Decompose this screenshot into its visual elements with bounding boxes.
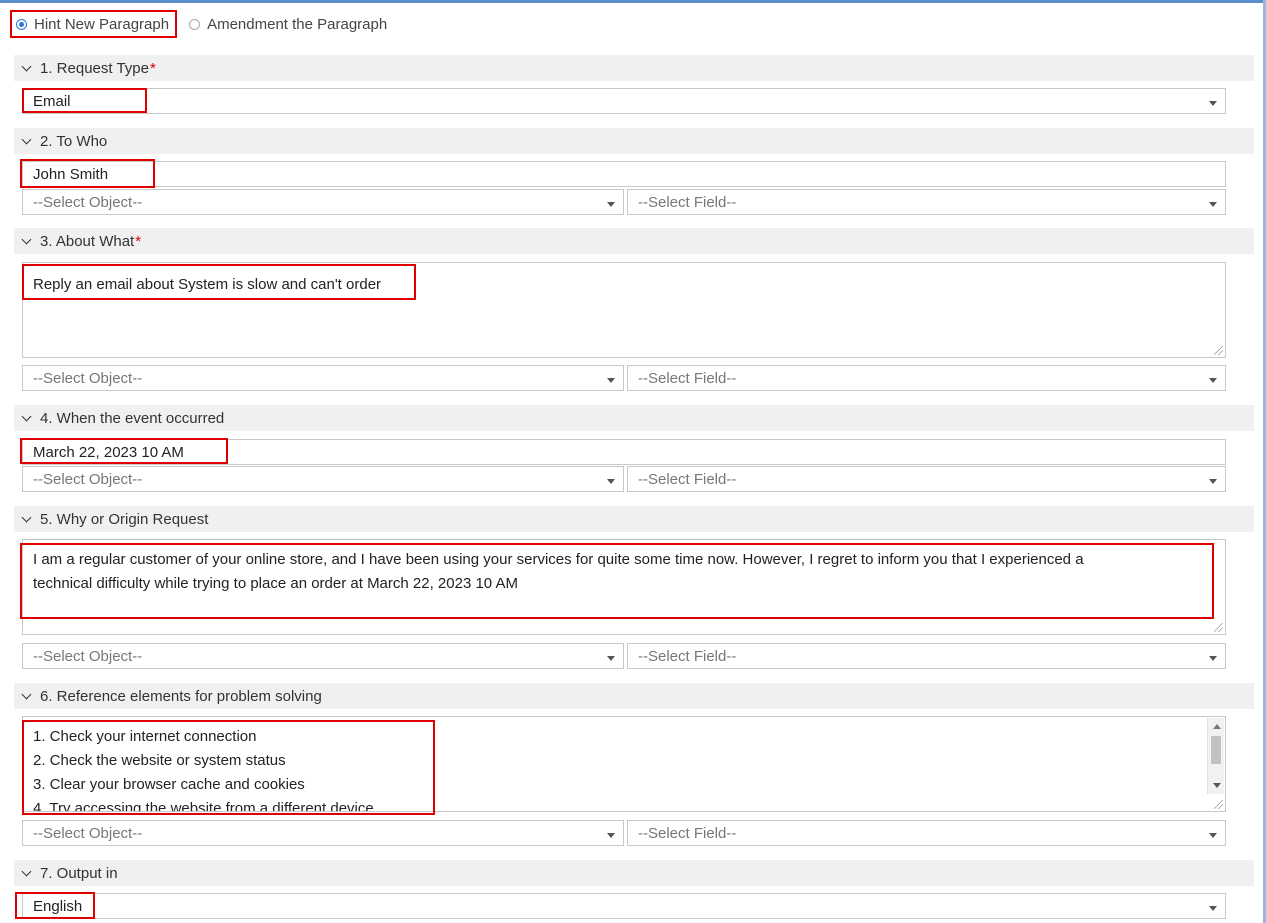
- caret-down-icon: [1209, 101, 1217, 106]
- select-object-placeholder: --Select Object--: [33, 824, 143, 842]
- chevron-down-icon: [20, 512, 34, 526]
- section-title: 1. Request Type: [40, 59, 149, 77]
- select-object-placeholder: --Select Object--: [33, 193, 143, 211]
- reference-line: 4. Try accessing the website from a diff…: [33, 800, 374, 812]
- output-language-select[interactable]: English: [22, 893, 1226, 919]
- section-to-who-header[interactable]: 2. To Who: [14, 128, 1254, 154]
- request-type-value: Email: [33, 92, 71, 110]
- caret-down-icon: [1209, 833, 1217, 838]
- select-field-placeholder: --Select Field--: [638, 824, 737, 842]
- resize-grip-icon[interactable]: [1214, 346, 1223, 355]
- caret-down-icon: [607, 479, 615, 484]
- request-type-select[interactable]: Email: [22, 88, 1226, 114]
- scroll-down-arrow-icon[interactable]: [1213, 783, 1221, 788]
- section-about-what-header[interactable]: 3. About What *: [14, 228, 1254, 254]
- caret-down-icon: [607, 378, 615, 383]
- about-what-select-field[interactable]: --Select Field--: [627, 365, 1226, 391]
- section-title: 4. When the event occurred: [40, 409, 225, 427]
- when-select-field[interactable]: --Select Field--: [627, 466, 1226, 492]
- radio-selected-icon: [16, 18, 27, 30]
- select-field-placeholder: --Select Field--: [638, 369, 737, 387]
- caret-down-icon: [607, 202, 615, 207]
- reference-line: 3. Clear your browser cache and cookies: [33, 776, 305, 793]
- when-select-object[interactable]: --Select Object--: [22, 466, 624, 492]
- to-who-select-field[interactable]: --Select Field--: [627, 189, 1226, 215]
- reference-line: 1. Check your internet connection: [33, 728, 257, 745]
- section-reference-header[interactable]: 6. Reference elements for problem solvin…: [14, 683, 1254, 709]
- section-request-type-header[interactable]: 1. Request Type *: [14, 55, 1254, 81]
- required-mark: *: [135, 232, 142, 250]
- to-who-input[interactable]: John Smith: [22, 161, 1226, 187]
- reference-scrollbar[interactable]: [1207, 718, 1224, 794]
- chevron-down-icon: [20, 689, 34, 703]
- section-title: 6. Reference elements for problem solvin…: [40, 687, 322, 705]
- when-input[interactable]: March 22, 2023 10 AM: [22, 439, 1226, 465]
- select-object-placeholder: --Select Object--: [33, 369, 143, 387]
- why-textarea[interactable]: I am a regular customer of your online s…: [22, 539, 1226, 635]
- caret-down-icon: [607, 656, 615, 661]
- select-field-placeholder: --Select Field--: [638, 193, 737, 211]
- caret-down-icon: [607, 833, 615, 838]
- caret-down-icon: [1209, 202, 1217, 207]
- select-field-placeholder: --Select Field--: [638, 470, 737, 488]
- select-field-placeholder: --Select Field--: [638, 647, 737, 665]
- caret-down-icon: [1209, 479, 1217, 484]
- when-value: March 22, 2023 10 AM: [33, 443, 184, 461]
- amendment-paragraph-radio[interactable]: Amendment the Paragraph: [185, 10, 393, 38]
- reference-select-object[interactable]: --Select Object--: [22, 820, 624, 846]
- resize-grip-icon[interactable]: [1214, 800, 1223, 809]
- hint-new-paragraph-radio[interactable]: Hint New Paragraph: [10, 10, 178, 38]
- scroll-thumb[interactable]: [1211, 736, 1221, 764]
- reference-textarea[interactable]: 1. Check your internet connection 2. Che…: [22, 716, 1226, 812]
- select-object-placeholder: --Select Object--: [33, 470, 143, 488]
- chevron-down-icon: [20, 234, 34, 248]
- section-when-header[interactable]: 4. When the event occurred: [14, 405, 1254, 431]
- scroll-up-arrow-icon[interactable]: [1213, 724, 1221, 729]
- section-why-header[interactable]: 5. Why or Origin Request: [14, 506, 1254, 532]
- section-output-header[interactable]: 7. Output in: [14, 860, 1254, 886]
- to-who-select-object[interactable]: --Select Object--: [22, 189, 624, 215]
- section-title: 3. About What: [40, 232, 135, 250]
- about-what-value: Reply an email about System is slow and …: [33, 276, 382, 293]
- hint-new-paragraph-label: Hint New Paragraph: [34, 15, 170, 33]
- required-mark: *: [149, 59, 156, 77]
- why-value-line: technical difficulty while trying to pla…: [33, 575, 518, 592]
- caret-down-icon: [1209, 906, 1217, 911]
- section-title: 7. Output in: [40, 864, 118, 882]
- why-select-field[interactable]: --Select Field--: [627, 643, 1226, 669]
- about-what-textarea[interactable]: Reply an email about System is slow and …: [22, 262, 1226, 358]
- radio-unselected-icon: [189, 18, 201, 30]
- to-who-value: John Smith: [33, 165, 109, 183]
- reference-select-field[interactable]: --Select Field--: [627, 820, 1226, 846]
- reference-line: 2. Check the website or system status: [33, 752, 286, 769]
- output-language-value: English: [33, 897, 83, 915]
- chevron-down-icon: [20, 134, 34, 148]
- caret-down-icon: [1209, 656, 1217, 661]
- section-title: 5. Why or Origin Request: [40, 510, 209, 528]
- why-value-line: I am a regular customer of your online s…: [33, 551, 1084, 568]
- why-select-object[interactable]: --Select Object--: [22, 643, 624, 669]
- section-title: 2. To Who: [40, 132, 108, 150]
- resize-grip-icon[interactable]: [1214, 623, 1223, 632]
- about-what-select-object[interactable]: --Select Object--: [22, 365, 624, 391]
- chevron-down-icon: [20, 61, 34, 75]
- mode-radio-group: Hint New Paragraph Amendment the Paragra…: [10, 10, 393, 38]
- caret-down-icon: [1209, 378, 1217, 383]
- chevron-down-icon: [20, 411, 34, 425]
- select-object-placeholder: --Select Object--: [33, 647, 143, 665]
- amendment-paragraph-label: Amendment the Paragraph: [207, 15, 388, 33]
- window-top-border: [0, 0, 1266, 3]
- chevron-down-icon: [20, 866, 34, 880]
